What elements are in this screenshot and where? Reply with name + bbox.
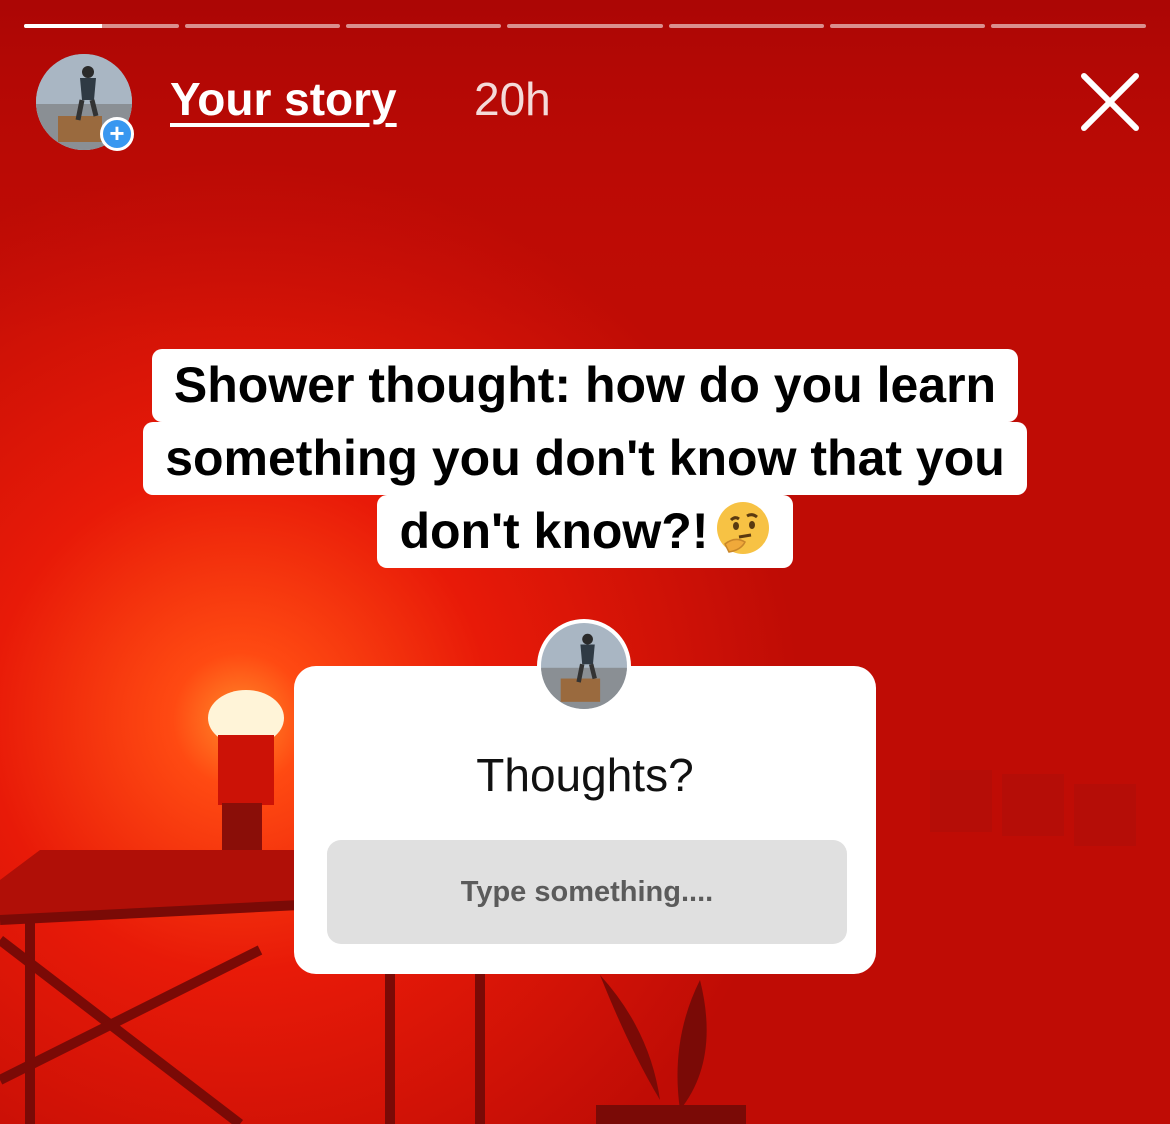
- story-timestamp: 20h: [474, 73, 551, 125]
- plus-icon: +: [109, 118, 125, 148]
- story-progress-segment: [185, 24, 341, 28]
- thinking-face-icon: [715, 500, 771, 556]
- question-title: Thoughts?: [476, 749, 694, 801]
- story-progress-fill: [24, 24, 102, 28]
- add-story-button[interactable]: +: [100, 117, 134, 151]
- story-progress-segment: [990, 24, 1146, 28]
- caption-line: Shower thought: how do you learn: [151, 349, 1019, 422]
- story-caption: Shower thought: how do you learn somethi…: [0, 349, 1170, 568]
- story-progress-bar: [24, 24, 1146, 28]
- story-progress-segment: [346, 24, 502, 28]
- sticker-avatar: [537, 619, 631, 713]
- profile-photo-hiker-icon: [541, 623, 627, 709]
- story-username[interactable]: Your story: [170, 72, 397, 126]
- caption-line: don't know?!: [377, 495, 793, 568]
- caption-line-text: don't know?!: [399, 503, 709, 559]
- story-progress-segment: [829, 24, 985, 28]
- close-button[interactable]: [1076, 68, 1144, 136]
- caption-line: something you don't know that you: [143, 422, 1027, 495]
- story-progress-segment: [668, 24, 824, 28]
- story-progress-segment: [507, 24, 663, 28]
- question-answer-input[interactable]: [327, 840, 847, 944]
- story-progress-segment: [24, 24, 180, 28]
- close-icon: [1081, 73, 1139, 131]
